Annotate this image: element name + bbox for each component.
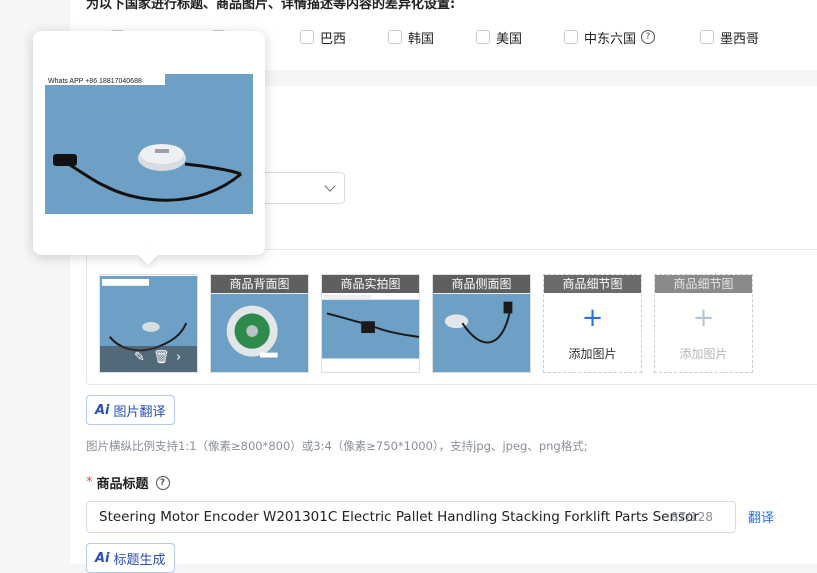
input-value: Steering Motor Encoder W201301C Electric… <box>99 509 699 525</box>
checkbox-label: 墨西哥 <box>720 31 760 47</box>
delete-icon[interactable]: 🗑 <box>153 350 170 365</box>
image-thumb-side[interactable]: 商品侧面图 <box>432 274 531 373</box>
add-image-label: 添加图片 <box>679 347 728 361</box>
product-photo <box>433 293 530 372</box>
checkbox[interactable] <box>700 30 714 44</box>
country-checkbox-mexico[interactable]: 墨西哥 <box>700 28 760 47</box>
country-checkbox-middle-east[interactable]: 中东六国 ? <box>564 28 656 47</box>
chevron-right-icon[interactable]: › <box>176 350 181 365</box>
image-thumb-real[interactable]: 商品实拍图 <box>321 274 420 373</box>
checkbox[interactable] <box>564 30 578 44</box>
image-format-hint: 图片横纵比例支持1:1（像素≥800*800）或3:4（像素≥750*1000）… <box>86 439 588 453</box>
product-title-input[interactable]: Steering Motor Encoder W201301C Electric… <box>86 501 736 533</box>
country-checkbox-korea[interactable]: 韩国 <box>388 28 435 47</box>
help-icon[interactable]: ? <box>155 475 170 490</box>
checkbox-label: 美国 <box>496 31 523 47</box>
checkbox-label: 巴西 <box>320 31 347 47</box>
image-toolbar: ✎ 🗑 › <box>100 346 197 372</box>
button-label: 图片翻译 <box>113 404 166 420</box>
label-text: 商品标题 <box>96 477 149 492</box>
thumb-caption: 商品背面图 <box>211 275 308 293</box>
plus-icon: + <box>581 303 604 333</box>
preview-image: Whats APP +86 18817040688 <box>45 74 253 214</box>
image-preview-popover: Whats APP +86 18817040688 <box>33 31 265 265</box>
image-translate-button[interactable]: Ai 图片翻译 <box>86 395 175 425</box>
country-checkbox-usa[interactable]: 美国 <box>476 28 523 47</box>
required-mark: * <box>86 475 93 490</box>
thumb-caption: 商品细节图 <box>655 275 752 293</box>
translate-link[interactable]: 翻译 <box>748 507 774 526</box>
add-image-label: 添加图片 <box>568 347 617 361</box>
add-detail-image-button-disabled[interactable]: 商品细节图 + 添加图片 <box>654 274 753 373</box>
checkbox[interactable] <box>300 30 314 44</box>
image-thumb-main[interactable]: ✎ 🗑 › <box>99 274 198 373</box>
chevron-down-icon <box>324 180 336 192</box>
thumb-caption: 商品实拍图 <box>322 275 419 293</box>
product-photo <box>322 293 419 372</box>
title-field-label: * 商品标题 ? <box>86 473 170 492</box>
checkbox[interactable] <box>476 30 490 44</box>
add-detail-image-button[interactable]: 商品细节图 + 添加图片 <box>543 274 642 373</box>
ai-icon: Ai <box>95 550 110 566</box>
image-thumb-back[interactable]: 商品背面图 <box>210 274 309 373</box>
thumb-caption: 商品细节图 <box>544 275 641 293</box>
product-photo <box>211 293 308 372</box>
checkbox[interactable] <box>388 30 402 44</box>
checkbox-label: 韩国 <box>408 31 435 47</box>
plus-icon: + <box>692 303 715 333</box>
help-icon[interactable]: ? <box>641 30 656 44</box>
country-section-title: 为以下国家进行标题、商品图片、详情描述等内容的差异化设置: <box>86 0 456 12</box>
country-checkbox-brazil[interactable]: 巴西 <box>300 28 347 47</box>
char-counter: 87/128 <box>670 510 713 524</box>
button-label: 标题生成 <box>113 552 166 568</box>
thumb-caption: 商品侧面图 <box>433 275 530 293</box>
edit-icon[interactable]: ✎ <box>134 350 145 365</box>
ai-icon: Ai <box>95 402 110 418</box>
title-generate-button[interactable]: Ai 标题生成 <box>86 543 175 573</box>
watermark-text: Whats APP +86 18817040688 <box>48 78 142 85</box>
checkbox-label: 中东六国 <box>584 31 637 47</box>
